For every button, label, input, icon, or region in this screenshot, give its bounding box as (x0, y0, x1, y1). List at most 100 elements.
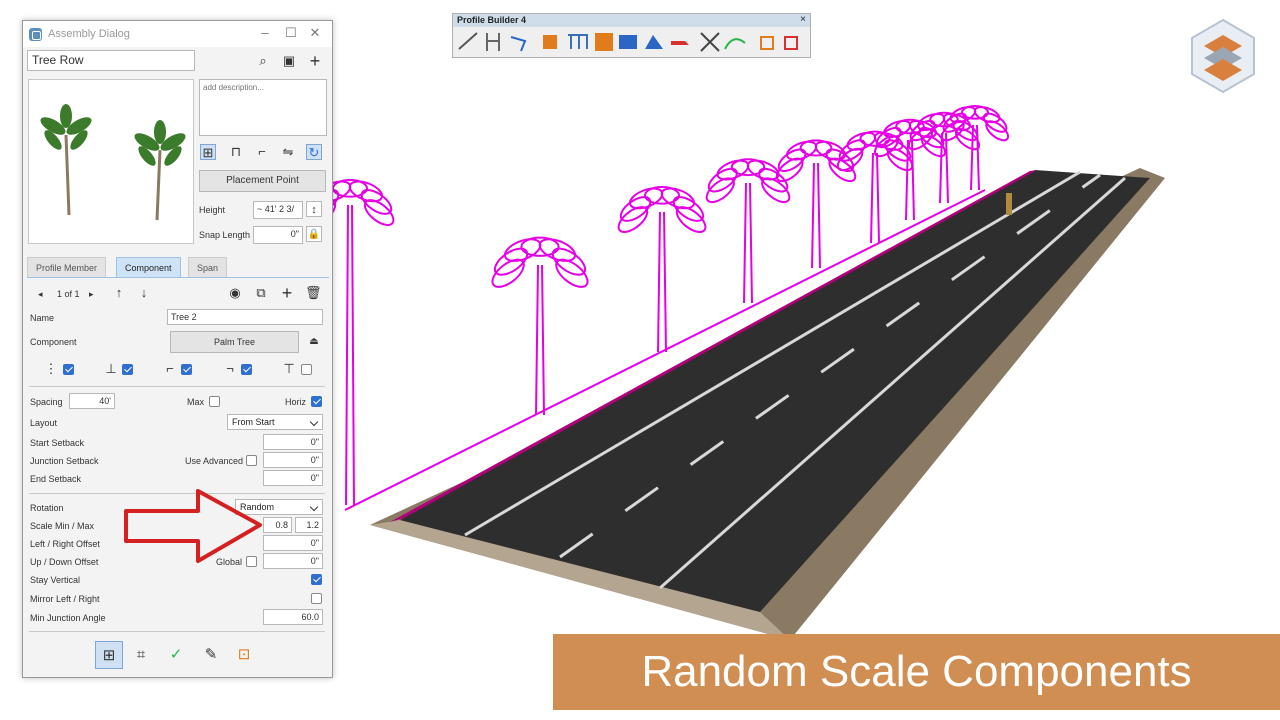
tab-span[interactable]: Span (188, 257, 228, 278)
start-setback-input[interactable]: 0" (263, 434, 323, 450)
maximize-icon[interactable]: ☐ (282, 25, 300, 41)
align-right-icon: ¬ (226, 361, 234, 376)
preview-palm-right (134, 120, 186, 221)
scale-label: Scale Min / Max (30, 521, 95, 531)
attribute-tool-icon[interactable]: ⊡ (236, 647, 252, 663)
palm-tree (940, 104, 1010, 191)
search-icon[interactable]: ⌕ (255, 53, 271, 69)
duplicate-icon[interactable]: ⧉ (253, 285, 269, 301)
placement-point-button[interactable]: Placement Point (199, 170, 326, 192)
max-checkbox[interactable] (209, 396, 220, 407)
save-icon[interactable]: ▣ (281, 53, 297, 69)
component-name-input[interactable]: Tree 2 (167, 309, 323, 325)
mirror-checkbox[interactable] (311, 593, 322, 604)
palm-tree (491, 236, 589, 416)
start-setback-label: Start Setback (30, 438, 85, 448)
check-tool-icon[interactable]: ✓ (168, 647, 184, 663)
lr-offset-label: Left / Right Offset (30, 539, 100, 549)
align-center-checkbox[interactable] (63, 364, 74, 375)
ud-offset-label: Up / Down Offset (30, 557, 99, 567)
minimize-icon[interactable]: – (256, 25, 274, 40)
snap-length-input[interactable]: 0" (253, 226, 303, 244)
layout-select[interactable]: From Start (227, 414, 323, 430)
palm-tree (775, 139, 857, 269)
annotation-arrow (124, 489, 262, 563)
lr-offset-input[interactable]: 0" (263, 535, 323, 551)
add-icon[interactable]: + (307, 52, 323, 70)
refresh-icon[interactable]: ↻ (306, 144, 322, 160)
palm-preview (40, 104, 186, 221)
assembly-tool-icon[interactable]: ⊞ (95, 641, 123, 669)
min-junction-input[interactable]: 60.0 (263, 609, 323, 625)
use-advanced-label: Use Advanced (185, 456, 244, 466)
rotation-label: Rotation (30, 503, 64, 513)
prev-icon[interactable]: ◂ (38, 289, 43, 300)
caption-banner: Random Scale Components (553, 634, 1280, 710)
assembly-name-input[interactable]: Tree Row (27, 50, 195, 71)
tab-component[interactable]: Component (116, 257, 181, 278)
height-label: Height (199, 205, 226, 215)
max-label: Max (187, 397, 205, 407)
grid-tool-icon[interactable]: ⌗ (133, 647, 149, 663)
junction-setback-input[interactable]: 0" (263, 452, 323, 468)
height-toggle-icon[interactable]: ↕ (306, 201, 322, 217)
dialog-title: Assembly Dialog (48, 28, 130, 40)
mode-flip-icon[interactable]: ⇋ (280, 144, 296, 160)
end-setback-input[interactable]: 0" (263, 470, 323, 486)
move-down-icon[interactable]: ↓ (136, 285, 152, 301)
use-advanced-checkbox[interactable] (246, 455, 257, 466)
mode-corner-icon[interactable]: ⌐ (254, 144, 270, 160)
palm-tree (836, 130, 914, 244)
height-input[interactable]: ~ 41' 2 3/ (253, 201, 303, 219)
mirror-label: Mirror Left / Right (30, 594, 100, 604)
scale-max-input[interactable]: 1.2 (295, 517, 323, 533)
component-label: Component (30, 337, 77, 347)
eyedropper-icon[interactable]: ✎ (203, 647, 219, 663)
stay-vertical-checkbox[interactable] (311, 574, 322, 585)
app-icon (29, 27, 42, 41)
move-up-icon[interactable]: ↑ (111, 285, 127, 301)
snap-length-label: Snap Length (199, 230, 251, 240)
mode-column-icon[interactable]: ⊓ (228, 144, 244, 160)
assembly-dialog: Assembly Dialog – ☐ ✕ Tree Row ⌕ ▣ + ⊞ ⊓… (22, 20, 333, 678)
road-surface (400, 170, 1150, 612)
toolbar-tools (458, 32, 798, 52)
pager-label: 1 of 1 (57, 289, 80, 299)
toolbar-close-icon[interactable]: × (800, 14, 806, 25)
ud-offset-input[interactable]: 0" (263, 553, 323, 569)
logo-icon (1191, 18, 1255, 94)
add-component-icon[interactable]: + (279, 284, 295, 302)
junction-setback-label: Junction Setback (30, 456, 99, 466)
align-bottom-icon: ⊥ (105, 361, 117, 376)
next-icon[interactable]: ▸ (89, 289, 94, 300)
visibility-icon[interactable]: ◉ (227, 285, 243, 301)
align-left-icon: ⌐ (166, 361, 174, 376)
component-select-button[interactable]: Palm Tree (170, 331, 299, 353)
end-setback-label: End Setback (30, 474, 82, 484)
name-label: Name (30, 313, 55, 323)
stay-vertical-label: Stay Vertical (30, 575, 81, 585)
align-left-checkbox[interactable] (181, 364, 192, 375)
layout-label: Layout (30, 418, 58, 428)
spacing-input[interactable]: 40' (69, 393, 115, 409)
pick-component-icon[interactable]: ⏏ (306, 334, 322, 350)
close-icon[interactable]: ✕ (306, 25, 324, 41)
dialog-titlebar: Assembly Dialog – ☐ ✕ (23, 21, 332, 47)
preview-thumbnail (28, 79, 194, 244)
align-bottom-checkbox[interactable] (122, 364, 133, 375)
horiz-checkbox[interactable] (311, 396, 322, 407)
traffic-light-icon (1006, 193, 1012, 215)
lock-icon[interactable]: 🔒 (306, 226, 322, 242)
mode-span-icon[interactable]: ⊞ (200, 144, 216, 160)
align-top-checkbox[interactable] (301, 364, 312, 375)
delete-icon[interactable]: 🗑 (305, 285, 322, 301)
toolbar-title: Profile Builder 4 (453, 14, 810, 27)
horiz-label: Horiz (285, 397, 307, 407)
preview-palm-left (40, 104, 92, 216)
palm-tree (705, 158, 791, 304)
description-textarea[interactable] (199, 79, 327, 136)
tab-profile-member[interactable]: Profile Member (27, 257, 107, 278)
spacing-label: Spacing (30, 397, 63, 407)
min-junction-label: Min Junction Angle (30, 613, 106, 623)
align-right-checkbox[interactable] (241, 364, 252, 375)
